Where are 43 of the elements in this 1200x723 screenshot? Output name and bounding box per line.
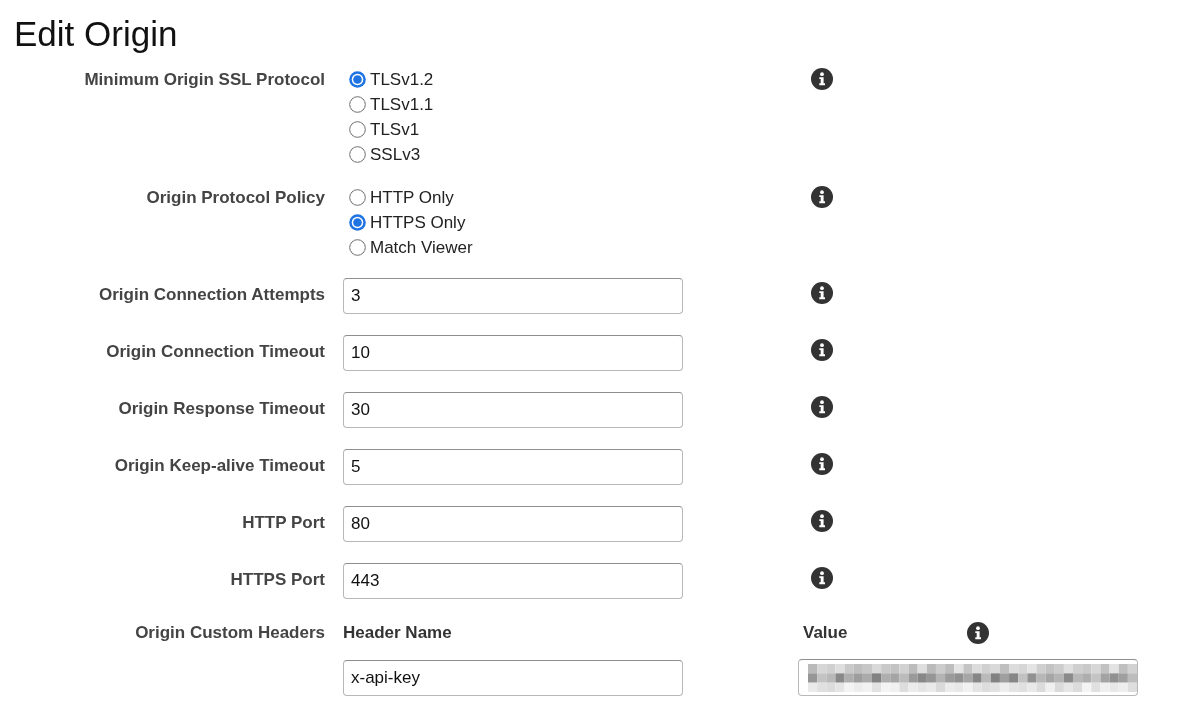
text-field[interactable]: 443 [343,563,683,599]
info-icon[interactable] [811,396,833,418]
field-label: Origin Protocol Policy [146,187,325,209]
radio-button[interactable] [349,239,366,256]
field-label: Minimum Origin SSL Protocol [84,69,325,91]
text-field[interactable] [798,659,1138,696]
info-icon[interactable] [811,510,833,532]
radio-label[interactable]: TLSv1.2 [370,69,434,90]
field-label: HTTPS Port [230,568,325,591]
field-label: Origin Connection Attempts [98,283,325,306]
text-field[interactable]: 10 [343,335,683,371]
info-icon[interactable] [811,453,833,475]
radio-button[interactable] [349,96,366,113]
text-field[interactable]: 3 [343,278,683,314]
field-label: Origin Connection Timeout [106,340,325,363]
radio-label[interactable]: HTTPS Only [370,212,466,233]
info-icon[interactable] [811,186,833,208]
info-icon[interactable] [811,339,833,361]
column-header: Header Name [343,622,452,644]
field-label: Origin Response Timeout [118,397,325,420]
text-field[interactable]: 80 [343,506,683,542]
radio-label[interactable]: Match Viewer [370,237,473,258]
radio-label[interactable]: SSLv3 [370,144,421,165]
column-header: Value [803,622,848,644]
page-title: Edit Origin [14,14,178,54]
radio-button[interactable] [349,214,366,231]
info-icon[interactable] [811,282,833,304]
info-icon[interactable] [967,621,989,644]
info-icon[interactable] [811,567,833,589]
radio-button[interactable] [349,121,366,138]
radio-label[interactable]: HTTP Only [370,187,454,208]
radio-button[interactable] [349,71,366,88]
field-label: Origin Custom Headers [135,622,325,644]
text-field[interactable]: x-api-key [343,659,683,696]
text-field[interactable]: 5 [343,449,683,485]
radio-button[interactable] [349,189,366,206]
radio-label[interactable]: TLSv1.1 [370,94,434,115]
text-field[interactable]: 30 [343,392,683,428]
radio-button[interactable] [349,146,366,163]
field-label: Origin Keep-alive Timeout [114,454,325,477]
info-icon[interactable] [811,68,833,90]
field-label: HTTP Port [242,511,325,534]
radio-label[interactable]: TLSv1 [370,119,420,140]
